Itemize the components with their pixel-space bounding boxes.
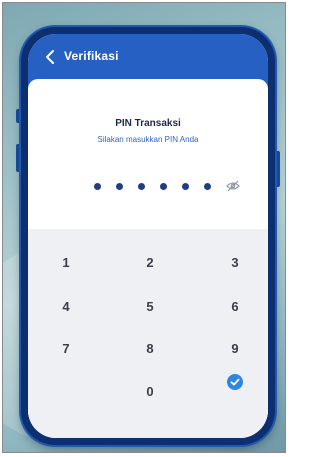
key-1[interactable]: 1 <box>41 250 91 276</box>
key-3[interactable]: 3 <box>210 250 260 276</box>
pin-dot <box>204 183 211 190</box>
check-svg <box>230 378 240 386</box>
check-circle-icon[interactable] <box>227 374 243 390</box>
pin-dot <box>182 183 189 190</box>
phone-mockup: Verifikasi PIN Transaksi Silakan masukka… <box>21 27 275 445</box>
eye-off-svg <box>226 180 240 192</box>
key-8[interactable]: 8 <box>125 336 175 362</box>
key-9[interactable]: 9 <box>210 336 260 362</box>
phone-side-button-right <box>275 151 280 187</box>
pin-dot <box>138 183 145 190</box>
key-6[interactable]: 6 <box>210 294 260 320</box>
pin-dot <box>116 183 123 190</box>
phone-screen: Verifikasi PIN Transaksi Silakan masukka… <box>28 34 268 438</box>
key-0[interactable]: 0 <box>125 379 175 405</box>
key-7[interactable]: 7 <box>41 336 91 362</box>
screenshot-frame: Verifikasi PIN Transaksi Silakan masukka… <box>2 2 286 453</box>
key-2[interactable]: 2 <box>125 250 175 276</box>
pin-dots <box>94 183 214 191</box>
pin-subtitle: Silakan masukkan PIN Anda <box>97 135 199 144</box>
arrow-left-svg <box>46 50 54 64</box>
page-title: Verifikasi <box>64 49 119 63</box>
eye-off-icon[interactable] <box>226 179 240 192</box>
pin-dot <box>94 183 101 190</box>
pin-dot <box>160 183 167 190</box>
key-5[interactable]: 5 <box>125 294 175 320</box>
key-4[interactable]: 4 <box>41 294 91 320</box>
arrow-left-icon[interactable] <box>42 48 60 66</box>
pin-title: PIN Transaksi <box>115 118 181 129</box>
